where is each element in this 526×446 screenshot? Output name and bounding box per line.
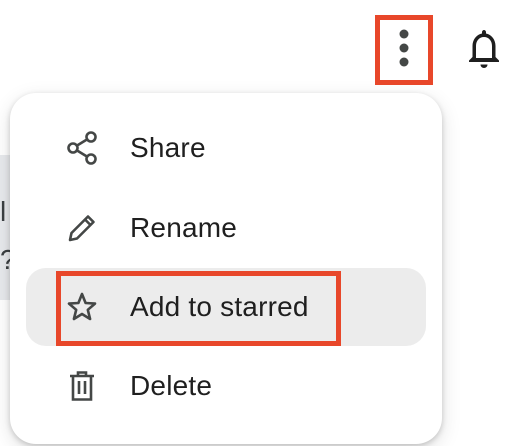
more-options-button[interactable] [376, 16, 432, 84]
more-vert-icon [398, 28, 410, 73]
context-menu: Share Rename Add to starred Delete [10, 93, 442, 444]
share-icon [62, 128, 102, 168]
star-icon [62, 287, 102, 327]
menu-item-label: Share [130, 132, 206, 163]
bell-icon [466, 27, 502, 74]
menu-item-share[interactable]: Share [26, 109, 426, 187]
menu-item-label: Rename [130, 212, 238, 243]
menu-item-label: Delete [130, 370, 213, 401]
menu-item-delete[interactable]: Delete [26, 347, 426, 425]
pencil-icon [62, 208, 102, 248]
menu-item-rename[interactable]: Rename [26, 189, 426, 267]
menu-item-add-to-starred[interactable]: Add to starred [26, 268, 426, 346]
notifications-button[interactable] [456, 22, 512, 78]
menu-item-label: Add to starred [130, 291, 309, 322]
trash-icon [62, 366, 102, 406]
